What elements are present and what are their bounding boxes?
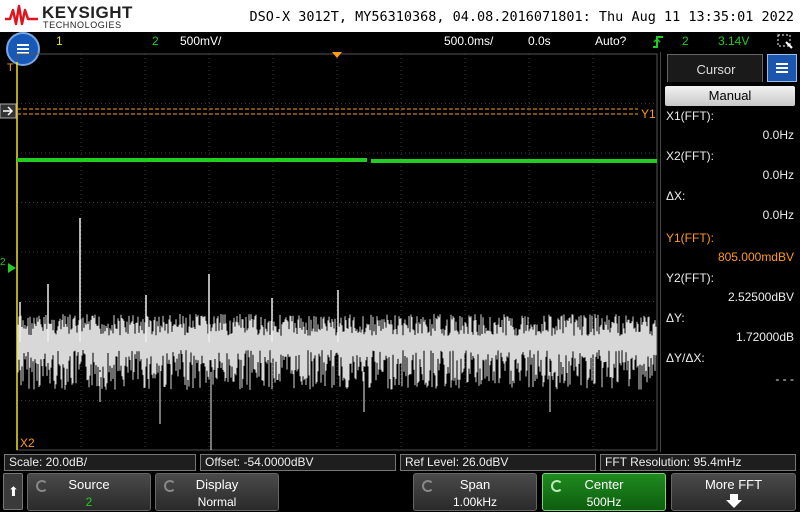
touch-lock-icon[interactable] [776,33,794,51]
trigger-edge-icon [653,36,663,48]
y2-value: 2.52500dBV [727,290,794,304]
fft-resolution-readout: FFT Resolution: 95.4mHz [600,454,796,471]
channel2-ground-marker[interactable]: 2 [0,257,6,268]
span-title: Span [459,477,491,492]
display-value: Normal [197,495,237,509]
x2-value: 0.0Hz [762,168,794,182]
waveform-grid [0,52,658,451]
trigger-mode[interactable]: Auto? [595,34,626,48]
channel1-number[interactable]: 1 [56,34,63,48]
trigger-level[interactable]: 3.14V [718,34,749,48]
channel2-scale[interactable]: 500mV/ [180,34,221,48]
source-softkey[interactable]: Source 2 [27,473,151,511]
x1-value: 0.0Hz [762,128,794,142]
cursor-y1-label[interactable]: Y1 [641,107,656,121]
cursor-x2-label[interactable]: X2 [20,436,35,450]
source-title: Source [68,477,110,492]
channel2-number[interactable]: 2 [152,34,159,48]
trigger-position-marker [332,52,342,58]
ref-level-readout[interactable]: Ref Level: 26.0dBV [400,454,596,471]
delta-y-label: ΔY: [666,311,685,325]
down-arrow-icon [726,494,742,508]
header-bar: KEYSIGHT TECHNOLOGIES DSO-X 3012T, MY563… [0,0,800,32]
time-delay[interactable]: 0.0s [528,34,551,48]
back-button[interactable]: ⬆ [3,473,23,510]
back-arrow-icon: ⬆ [8,484,19,499]
more-fft-title: More FFT [704,477,763,492]
delta-y-value: 1.72000dB [735,330,794,344]
source-value: 2 [85,495,93,509]
center-softkey[interactable]: Center 500Hz [542,473,666,511]
scale-readout[interactable]: Scale: 20.0dB/ [4,454,196,471]
keysight-logo: KEYSIGHT TECHNOLOGIES [4,2,134,30]
fft-info-strip: Scale: 20.0dB/ Offset: -54.0000dBV Ref L… [0,452,800,472]
delta-x-value: 0.0Hz [762,208,794,222]
trigger-source[interactable]: 2 [682,34,689,48]
display-softkey[interactable]: Display Normal [155,473,279,511]
instrument-title: DSO-X 3012T, MY56310368, 04.08.201607180… [249,9,794,25]
cursor-mode-button[interactable]: Manual [665,86,795,106]
menu-icon [776,63,788,73]
more-fft-softkey[interactable]: More FFT [671,473,796,511]
status-bar: 1 2 500mV/ 500.0ms/ 0.0s Auto? 2 3.14V [0,32,800,52]
cursor-tab-label: Cursor [696,62,736,77]
x1-label: X1(FFT): [666,109,714,123]
timebase-scale[interactable]: 500.0ms/ [444,34,493,48]
slope-value: - - - [775,372,794,386]
trigger-marker: T [7,62,14,74]
softkey-bar: Source 2 Display Normal Span 1.00kHz Cen… [0,472,800,512]
y1-label: Y1(FFT): [666,231,714,245]
center-value: 500Hz [586,495,622,509]
delta-x-label: ΔX: [666,189,686,203]
slope-label: ΔY/ΔX: [666,351,705,365]
panel-menu-button[interactable] [767,54,797,82]
span-softkey[interactable]: Span 1.00kHz [413,473,537,511]
waveform-display[interactable]: T Y1 X2 2 [0,52,660,452]
x2-label: X2(FFT): [666,149,714,163]
center-title: Center [584,477,624,492]
cursor-tab[interactable]: Cursor [667,54,763,82]
offset-readout[interactable]: Offset: -54.0000dBV [200,454,396,471]
span-value: 1.00kHz [452,495,498,509]
keysight-logo-icon [5,4,38,26]
brand-subtitle: TECHNOLOGIES [43,20,122,30]
y2-label: Y2(FFT): [666,271,714,285]
y1-value: 805.000mdBV [717,250,794,264]
display-title: Display [195,477,239,492]
cursor-panel: Cursor Manual X1(FFT): 0.0Hz X2(FFT): 0.… [660,52,800,452]
channel2-ground-arrow [8,263,16,273]
